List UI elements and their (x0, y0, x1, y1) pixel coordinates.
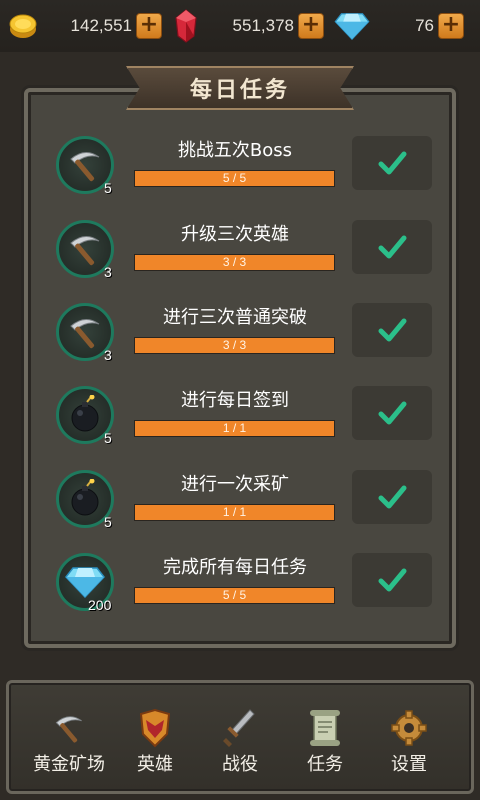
hero-shield-icon (139, 708, 171, 748)
check-icon (377, 232, 407, 262)
bomb-icon (65, 479, 105, 519)
ruby-add-button[interactable]: + (298, 13, 324, 39)
diamond-icon (65, 566, 105, 598)
sword-icon (223, 709, 255, 747)
pickaxe-icon (65, 312, 105, 352)
task-progress-text: 1 / 1 (222, 421, 247, 435)
task-row: 3 升级三次英雄 3 / 3 (52, 220, 436, 290)
diamond-add-button[interactable]: + (438, 13, 464, 39)
nav-label: 黄金矿场 (33, 754, 105, 775)
task-row: 5 挑战五次Boss 5 / 5 (52, 136, 436, 206)
nav-label: 任务 (307, 754, 343, 775)
diamond-plus-group: + (434, 0, 464, 52)
task-progress-text: 3 / 3 (222, 338, 247, 352)
gold-add-button[interactable]: + (136, 13, 162, 39)
nav-label: 设置 (391, 754, 427, 775)
nav-label: 战役 (222, 754, 258, 775)
task-progress-text: 5 / 5 (222, 588, 247, 602)
task-title: 挑战五次Boss (177, 140, 293, 161)
task-title: 进行三次普通突破 (163, 307, 307, 328)
pickaxe-icon (65, 229, 105, 269)
gold-coin-icon (9, 14, 37, 38)
gold-amount: 142,551 (70, 16, 132, 35)
task-reward-count: 3 (104, 347, 112, 363)
diamond-amount: 76 (415, 16, 434, 35)
task-claim-button[interactable] (352, 220, 432, 274)
panel-title-banner: 每日任务 (126, 66, 354, 110)
task-row: 3 进行三次普通突破 3 / 3 (52, 303, 436, 373)
task-progress-bar: 5 / 5 (134, 170, 335, 187)
nav-heroes[interactable]: 英雄 (110, 708, 200, 788)
ruby-gem-icon (175, 9, 197, 43)
ruby-plus-group: + (294, 0, 324, 52)
nav-settings[interactable]: 设置 (364, 708, 454, 788)
task-reward-count: 3 (104, 264, 112, 280)
task-reward-count: 5 (104, 180, 112, 196)
check-icon (377, 315, 407, 345)
task-title: 升级三次英雄 (181, 224, 289, 245)
task-progress-bar: 5 / 5 (134, 587, 335, 604)
task-claim-button[interactable] (352, 386, 432, 440)
pickaxe-icon (65, 145, 105, 185)
task-claim-button[interactable] (352, 553, 432, 607)
bomb-icon (65, 395, 105, 435)
resource-bar: 142,551 + 551,378 + 76 + (0, 0, 480, 52)
task-reward-count: 5 (104, 514, 112, 530)
task-progress-bar: 3 / 3 (134, 337, 335, 354)
ruby-amount-group: 551,378 (212, 0, 294, 52)
task-progress-bar: 1 / 1 (134, 420, 335, 437)
nav-gold-mine[interactable]: 黄金矿场 (24, 708, 114, 788)
gold-plus-group: + (132, 0, 162, 52)
nav-campaign[interactable]: 战役 (195, 708, 285, 788)
nav-label: 英雄 (137, 754, 173, 775)
task-claim-button[interactable] (352, 470, 432, 524)
gold-amount-group: 142,551 (40, 0, 132, 52)
check-icon (377, 148, 407, 178)
nav-tasks[interactable]: 任务 (280, 708, 370, 788)
task-row: 5 进行一次采矿 1 / 1 (52, 470, 436, 540)
task-progress-bar: 3 / 3 (134, 254, 335, 271)
check-icon (377, 398, 407, 428)
task-title: 进行每日签到 (181, 390, 289, 411)
gear-icon (391, 710, 427, 746)
task-reward-count: 5 (104, 430, 112, 446)
task-title: 进行一次采矿 (181, 474, 289, 495)
task-row: 5 进行每日签到 1 / 1 (52, 386, 436, 456)
check-icon (377, 565, 407, 595)
task-claim-button[interactable] (352, 303, 432, 357)
task-progress-bar: 1 / 1 (134, 504, 335, 521)
ruby-amount: 551,378 (232, 16, 294, 35)
task-reward-count: 200 (88, 597, 112, 613)
pickaxe-icon (51, 708, 87, 748)
task-progress-text: 5 / 5 (222, 171, 247, 185)
task-title: 完成所有每日任务 (163, 557, 307, 578)
task-progress-text: 3 / 3 (222, 255, 247, 269)
panel-title: 每日任务 (189, 78, 290, 103)
check-icon (377, 482, 407, 512)
task-claim-button[interactable] (352, 136, 432, 190)
diamond-amount-group: 76 (380, 0, 434, 52)
scroll-icon (310, 710, 340, 746)
task-progress-text: 1 / 1 (222, 505, 247, 519)
task-row: 200 完成所有每日任务 5 / 5 (52, 553, 436, 623)
diamond-icon (332, 12, 372, 40)
